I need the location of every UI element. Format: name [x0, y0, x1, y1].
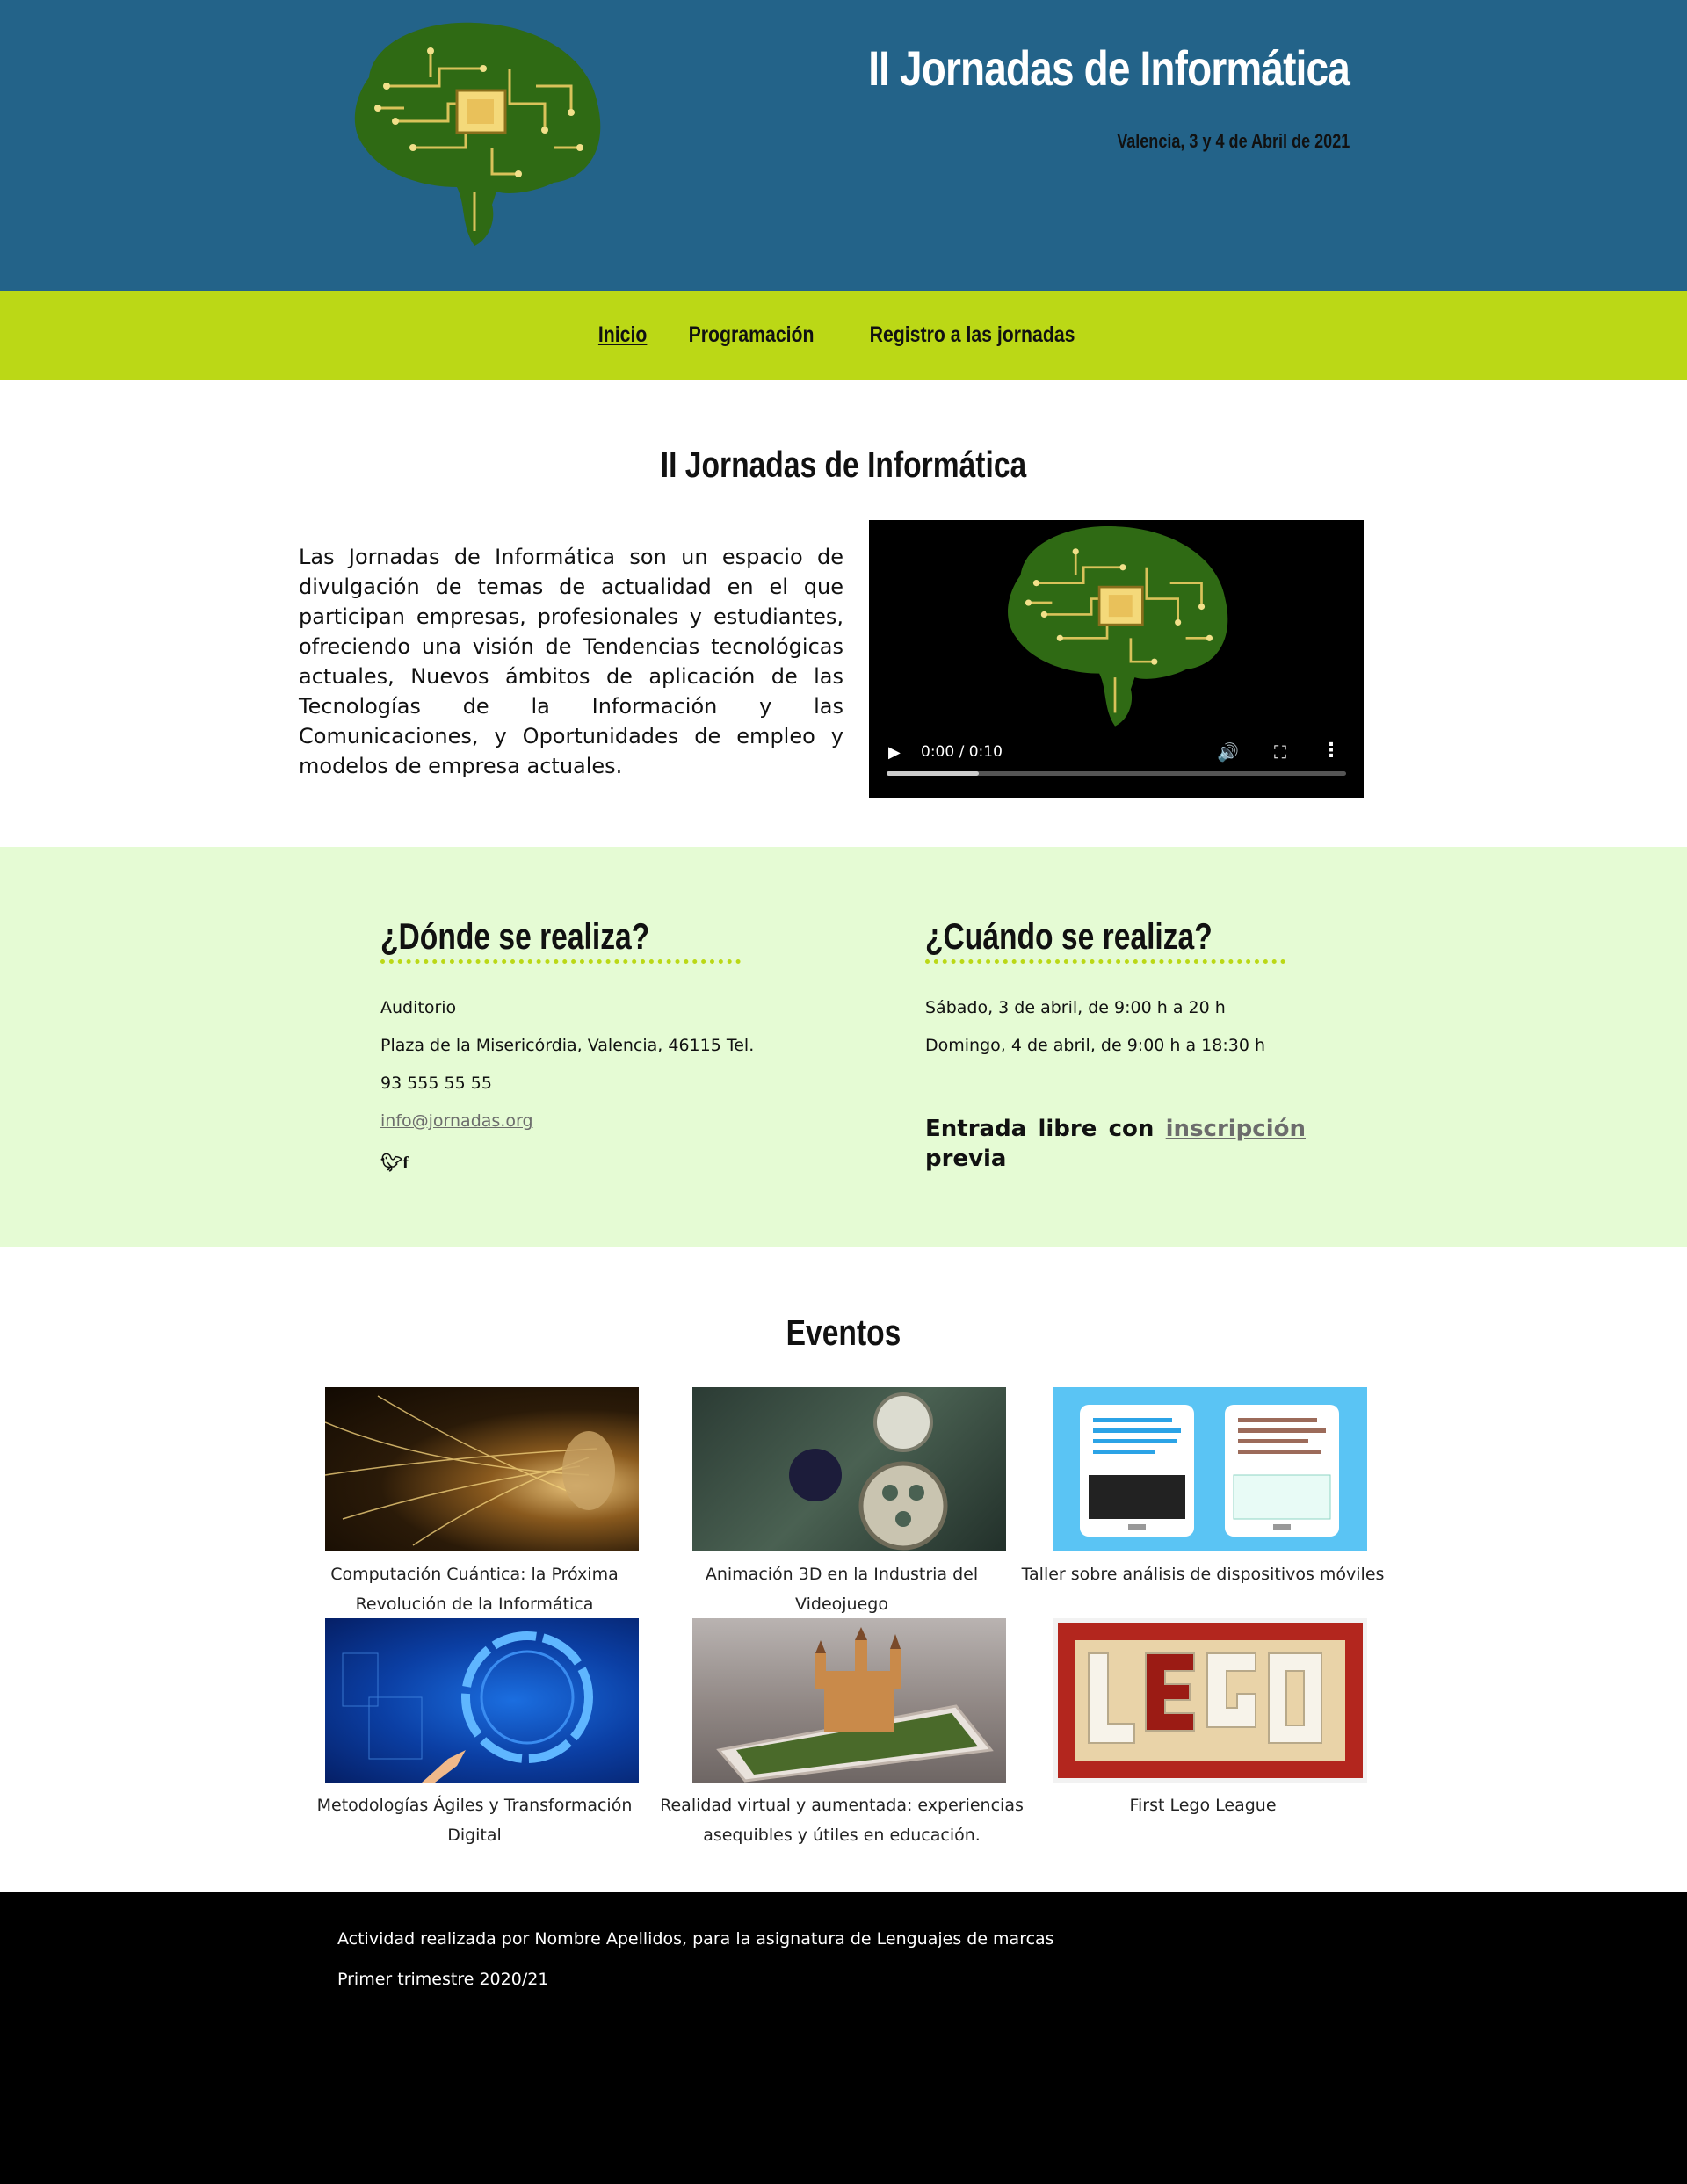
video-player[interactable]: ▶ 0:00 / 0:10 🔊 ⛶ ⋮	[869, 520, 1364, 798]
video-progress-bar[interactable]	[887, 771, 1346, 776]
nav-link-inicio[interactable]: Inicio	[598, 322, 648, 348]
video-progress-fill	[887, 771, 979, 776]
entry-info: Entrada libre con inscripción previa	[925, 1116, 1306, 1172]
when-title: ¿Cuándo se realiza?	[925, 915, 1213, 957]
schedule-day-2: Domingo, 4 de abril, de 9:00 h a 18:30 h	[925, 1036, 1266, 1055]
email-link[interactable]: info@jornadas.org	[380, 1111, 533, 1131]
event-caption: Realidad virtual y aumentada: experienci…	[660, 1796, 1024, 1845]
site-footer: Actividad realizada por Nombre Apellidos…	[0, 1892, 1687, 2184]
brain-circuit-icon	[334, 16, 615, 251]
site-header: II Jornadas de Informática Valencia, 3 y…	[0, 0, 1687, 291]
event-caption: Computación Cuántica: la Próxima Revoluc…	[330, 1565, 619, 1614]
social-links: 🐦︎f	[380, 1152, 409, 1174]
nav-link-programacion[interactable]: Programación	[689, 322, 815, 348]
3d-spheres-image	[692, 1387, 1006, 1551]
footer-term: Primer trimestre 2020/21	[337, 1970, 549, 1989]
where-title: ¿Dónde se realiza?	[380, 915, 650, 957]
twitter-icon[interactable]: 🐦︎	[380, 1152, 402, 1173]
more-options-icon[interactable]: ⋮	[1321, 740, 1341, 762]
event-date-location: Valencia, 3 y 4 de Abril de 2021	[1116, 130, 1350, 152]
mobile-devices-image	[1053, 1387, 1367, 1551]
event-caption: Taller sobre análisis de dispositivos mó…	[1021, 1565, 1385, 1584]
facebook-icon[interactable]: f	[402, 1153, 409, 1173]
ar-phone-castle-image	[692, 1618, 1006, 1783]
event-caption: Animación 3D en la Industria del Videoju…	[705, 1565, 979, 1614]
main-navigation: Inicio Programación Registro a las jorna…	[0, 291, 1687, 380]
video-controls: ▶ 0:00 / 0:10 🔊 ⛶ ⋮	[869, 727, 1364, 798]
play-icon[interactable]: ▶	[888, 743, 901, 762]
lego-image	[1053, 1618, 1367, 1783]
schedule-day-1: Sábado, 3 de abril, de 9:00 h a 20 h	[925, 998, 1226, 1017]
intro-title: II Jornadas de Informática	[660, 444, 1027, 485]
footer-credit: Actividad realizada por Nombre Apellidos…	[337, 1929, 1054, 1949]
event-caption: Metodologías Ágiles y Transformación Dig…	[316, 1796, 633, 1845]
address: Plaza de la Misericórdia, Valencia, 4611…	[380, 1036, 755, 1055]
quantum-head-image	[325, 1387, 639, 1551]
fullscreen-icon[interactable]: ⛶	[1274, 741, 1286, 763]
event-caption: First Lego League	[1129, 1796, 1277, 1815]
site-title: II Jornadas de Informática	[868, 40, 1350, 96]
phone: 93 555 55 55	[380, 1074, 492, 1093]
video-time: 0:00 / 0:10	[921, 743, 1003, 761]
events-title: Eventos	[786, 1312, 901, 1353]
video-frame-brain	[948, 520, 1282, 731]
registration-link[interactable]: inscripción	[1166, 1116, 1306, 1142]
dotted-divider	[925, 959, 1285, 964]
venue: Auditorio	[380, 998, 457, 1017]
info-section: ¿Dónde se realiza? Auditorio Plaza de la…	[0, 847, 1687, 1247]
agile-cycle-image	[325, 1618, 639, 1783]
dotted-divider	[380, 959, 741, 964]
intro-paragraph: Las Jornadas de Informática son un espac…	[299, 545, 844, 778]
volume-icon[interactable]: 🔊	[1217, 741, 1239, 763]
nav-link-registro[interactable]: Registro a las jornadas	[870, 322, 1075, 348]
